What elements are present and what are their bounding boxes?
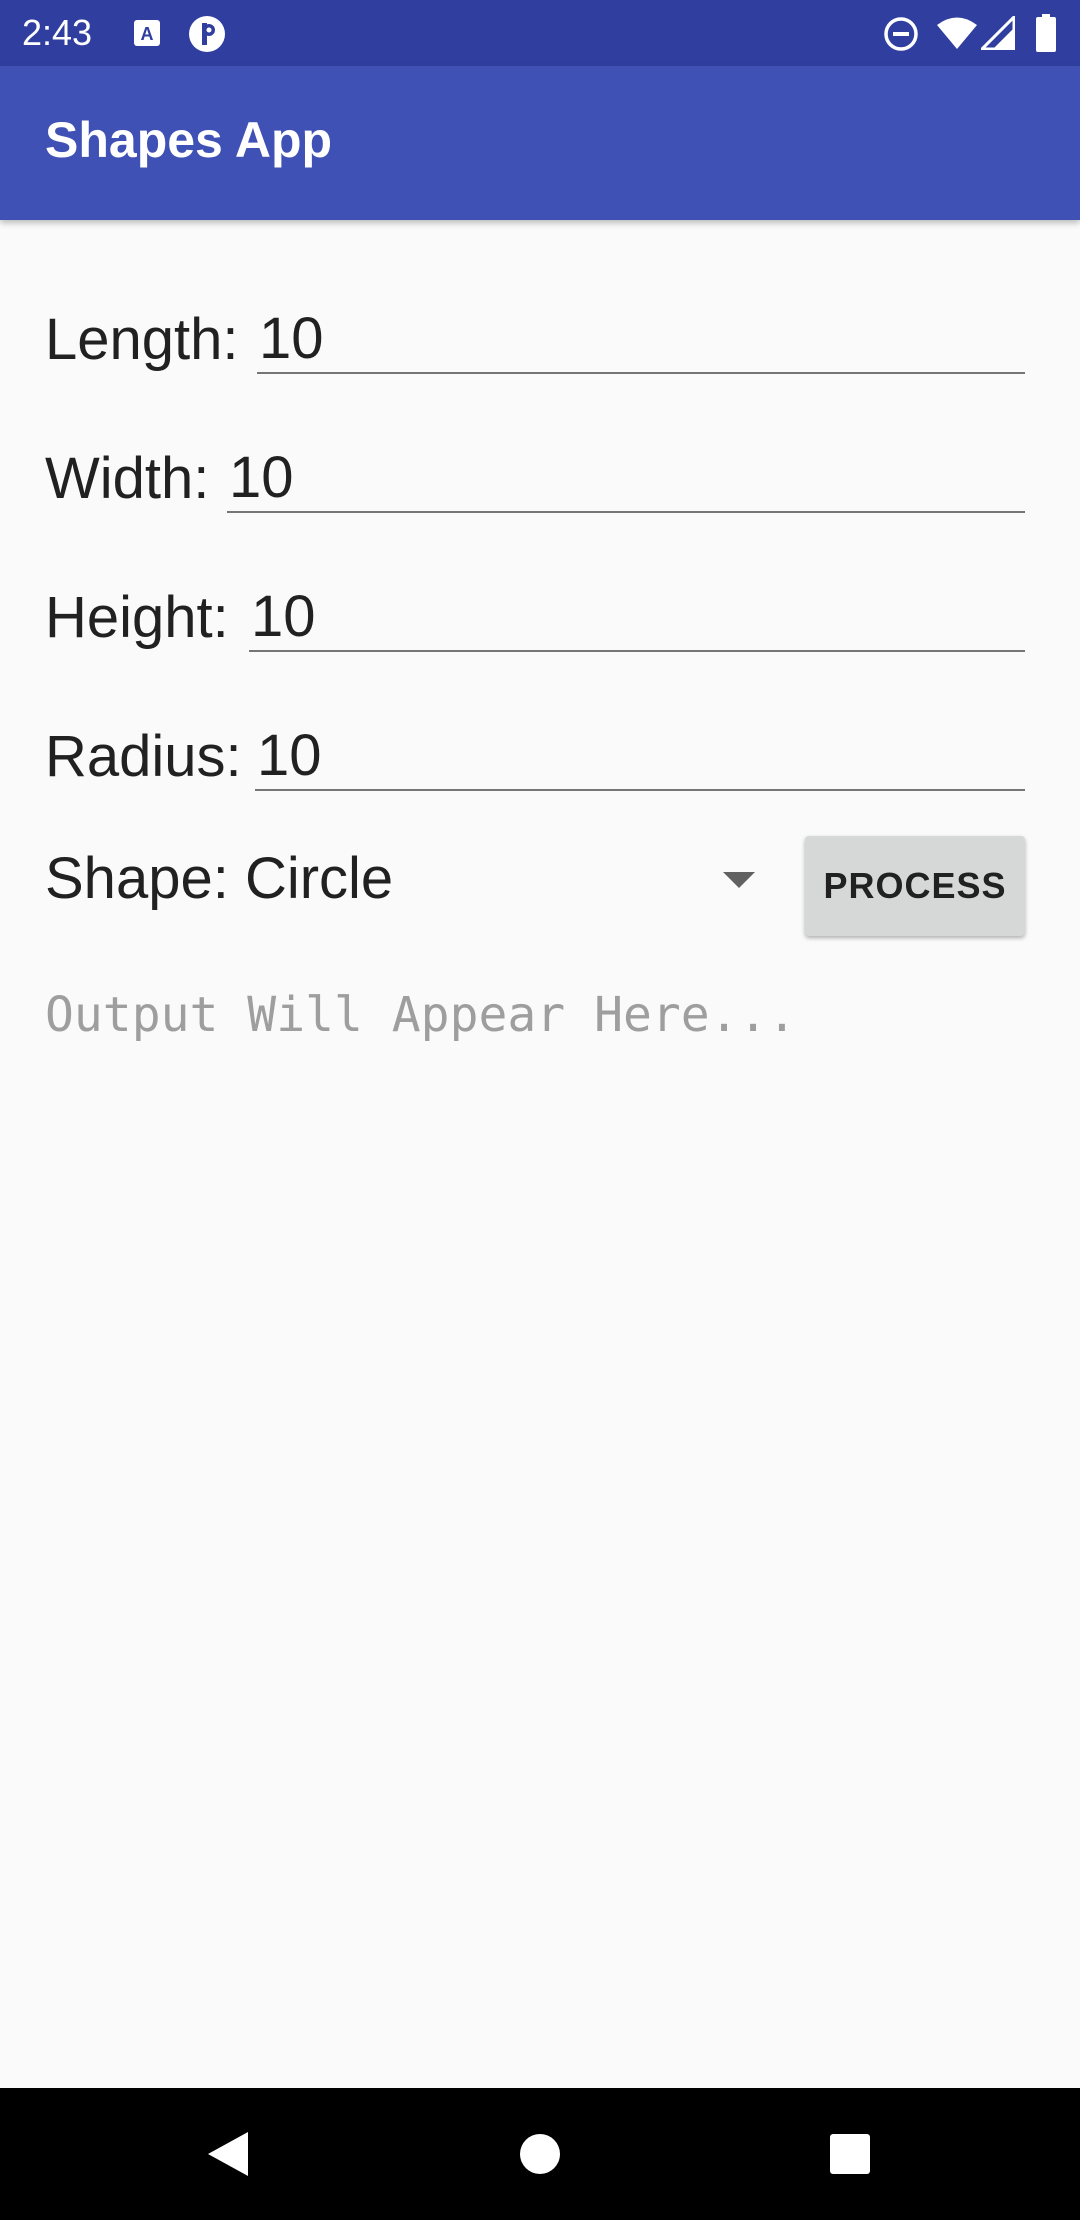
back-button[interactable] — [196, 2122, 260, 2186]
navigation-bar — [0, 2088, 1080, 2220]
pinterest-icon — [189, 16, 225, 52]
screen: 2:43 A Shapes App Length: 10 Width: 10 H… — [0, 0, 1080, 2220]
status-time: 2:43 — [22, 12, 93, 53]
length-label: Length: — [45, 307, 239, 372]
back-icon — [208, 2132, 248, 2176]
shape-spinner[interactable]: Shape: Circle — [45, 830, 755, 930]
font-a-icon: A — [134, 20, 160, 46]
home-icon — [520, 2134, 560, 2174]
length-input[interactable] — [257, 294, 1025, 374]
recents-icon — [830, 2134, 870, 2174]
width-input[interactable] — [227, 433, 1025, 513]
length-row: Length: — [45, 284, 1025, 384]
radius-input[interactable] — [255, 711, 1025, 791]
width-label: Width: — [45, 446, 210, 511]
wifi-icon — [937, 17, 977, 49]
home-button[interactable] — [508, 2122, 572, 2186]
app-bar: Shapes App — [0, 66, 1080, 220]
radius-row: Radius: — [45, 701, 1025, 801]
width-row: Width: — [45, 423, 1025, 523]
battery-icon — [1036, 14, 1056, 52]
app-title: Shapes App — [45, 112, 333, 168]
svg-text:A: A — [141, 24, 154, 44]
height-input[interactable] — [249, 572, 1025, 652]
shape-spinner-value: Shape: Circle — [45, 846, 394, 911]
height-row: Height: — [45, 562, 1025, 662]
output-text: Output Will Appear Here... — [45, 987, 797, 1043]
status-bar: 2:43 A — [0, 0, 1080, 66]
height-label: Height: — [45, 585, 229, 650]
signal-icon — [981, 16, 1015, 50]
do-not-disturb-icon — [884, 17, 918, 51]
dropdown-arrow-icon — [723, 872, 755, 888]
radius-label: Radius: — [45, 724, 242, 789]
process-button[interactable]: PROCESS — [805, 836, 1025, 936]
recents-button[interactable] — [818, 2122, 882, 2186]
